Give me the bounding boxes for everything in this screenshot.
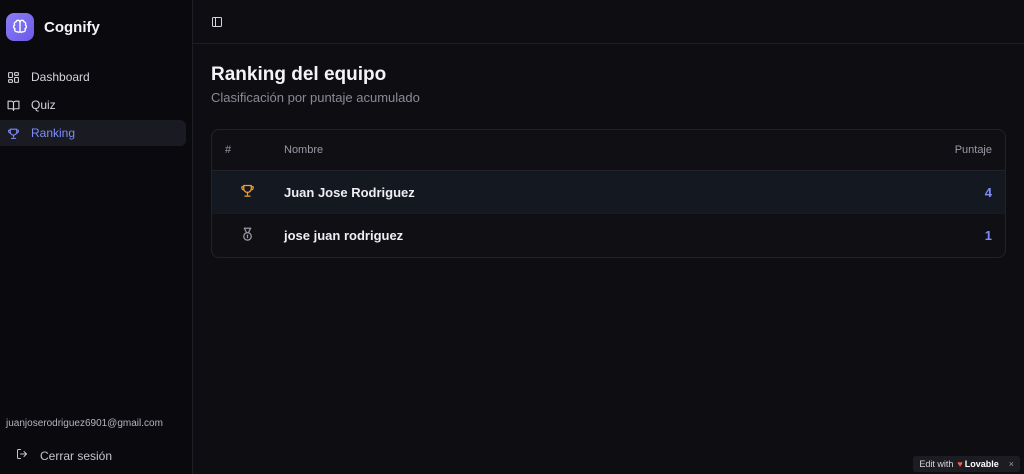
book-open-icon: [6, 98, 20, 112]
sidebar-nav: Dashboard Quiz Ranking: [0, 64, 192, 146]
sidebar-item-ranking[interactable]: Ranking: [0, 120, 186, 146]
page-subtitle: Clasificación por puntaje acumulado: [211, 90, 420, 105]
close-icon[interactable]: ×: [1009, 459, 1014, 469]
sidebar-toggle-icon[interactable]: [210, 15, 224, 29]
row-name: Juan Jose Rodriguez: [284, 184, 415, 200]
medal-icon: [240, 227, 255, 245]
logout-icon: [16, 448, 28, 463]
header-rank: #: [225, 144, 232, 156]
sidebar: Cognify Dashboard Quiz Ranking juanjoser…: [0, 0, 193, 474]
brand-name: Cognify: [44, 18, 100, 36]
header-score: Puntaje: [954, 144, 992, 156]
header-name: Nombre: [284, 144, 324, 156]
app: Cognify Dashboard Quiz Ranking juanjoser…: [0, 0, 1024, 474]
page-content: Ranking del equipo Clasificación por pun…: [193, 44, 1024, 258]
main-content: Ranking del equipo Clasificación por pun…: [193, 0, 1024, 474]
lovable-heart-icon: ♥: [957, 459, 963, 469]
brand[interactable]: Cognify: [0, 0, 192, 54]
badge-prefix: Edit with: [919, 459, 954, 469]
edit-with-lovable-badge[interactable]: Edit with ♥ Lovable ×: [913, 456, 1020, 472]
logout-label: Cerrar sesión: [40, 448, 113, 463]
user-email: juanjoserodriguez6901@gmail.com: [6, 418, 163, 429]
table-row[interactable]: jose juan rodriguez 1: [212, 214, 1005, 257]
row-name: jose juan rodriguez: [284, 228, 404, 243]
table-header: # Nombre Puntaje: [212, 130, 1005, 171]
sidebar-item-dashboard[interactable]: Dashboard: [0, 64, 186, 90]
ranking-table: # Nombre Puntaje Juan Jose Rodriguez 4 j…: [211, 129, 1006, 258]
sidebar-item-quiz[interactable]: Quiz: [0, 92, 186, 118]
badge-brand: Lovable: [964, 459, 999, 469]
sidebar-item-label: Ranking: [31, 126, 76, 140]
row-score: 1: [984, 228, 992, 243]
dashboard-grid-icon: [6, 70, 20, 84]
table-row[interactable]: Juan Jose Rodriguez 4: [212, 171, 1005, 214]
logout-button[interactable]: Cerrar sesión: [16, 448, 112, 463]
topbar: [193, 0, 1024, 44]
trophy-icon: [6, 126, 20, 140]
page-title: Ranking del equipo: [211, 64, 387, 85]
brain-icon: [6, 13, 34, 41]
sidebar-item-label: Quiz: [31, 98, 56, 112]
row-score: 4: [984, 184, 992, 200]
trophy-icon: [240, 184, 255, 201]
sidebar-item-label: Dashboard: [31, 70, 90, 84]
